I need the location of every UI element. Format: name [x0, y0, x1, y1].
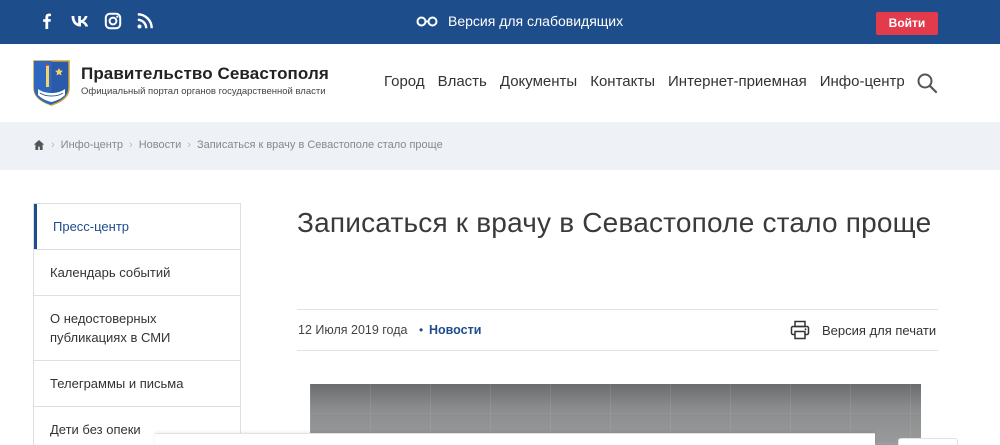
sidebar-item-unreliable-publications[interactable]: О недостоверных публикациях в СМИ	[34, 295, 240, 360]
vk-icon[interactable]	[70, 12, 90, 30]
brand-title[interactable]: Правительство Севастополя	[81, 64, 329, 84]
bottom-tab	[898, 438, 958, 445]
chevron-right-icon: ›	[187, 139, 191, 151]
coat-of-arms-logo[interactable]	[32, 59, 71, 106]
divider	[297, 309, 938, 310]
bottom-panel	[155, 433, 875, 445]
rss-icon[interactable]	[136, 12, 154, 30]
sidebar-item-press-center[interactable]: Пресс-центр	[34, 204, 240, 249]
nav-item-documents[interactable]: Документы	[500, 73, 577, 90]
article-category-link[interactable]: Новости	[429, 323, 481, 337]
main-nav: Город Власть Документы Контакты Интернет…	[384, 73, 905, 90]
breadcrumb: › Инфо-центр › Новости › Записаться к вр…	[33, 139, 443, 151]
bullet-separator: •	[419, 323, 424, 337]
sidebar-item-label: О недостоверных публикациях в СМИ	[50, 311, 171, 345]
sidebar-menu: Пресс-центр Календарь событий О недостов…	[33, 203, 241, 445]
search-icon[interactable]	[916, 72, 938, 94]
accessibility-link[interactable]: Версия для слабовидящих	[416, 13, 623, 29]
brand-subtitle: Официальный портал органов государственн…	[81, 86, 326, 97]
nav-item-internet-reception[interactable]: Интернет-приемная	[668, 73, 807, 90]
print-version-label: Версия для печати	[822, 322, 937, 338]
sidebar-item-label: Пресс-центр	[53, 219, 130, 234]
top-bar: Версия для слабовидящих Войти	[0, 0, 1000, 44]
sidebar-item-label: Календарь событий	[50, 265, 171, 280]
login-button[interactable]: Войти	[876, 12, 938, 35]
glasses-icon	[416, 14, 438, 28]
chevron-right-icon: ›	[129, 139, 133, 151]
nav-item-gorod[interactable]: Город	[384, 73, 425, 90]
breadcrumb-item-current: Записаться к врачу в Севастополе стало п…	[196, 139, 443, 151]
instagram-icon[interactable]	[104, 12, 122, 30]
article-title: Записаться к врачу в Севастополе стало п…	[297, 207, 932, 238]
sidebar-item-telegrams-letters[interactable]: Телеграммы и письма	[34, 360, 240, 406]
nav-item-vlast[interactable]: Власть	[438, 73, 487, 90]
printer-icon	[790, 320, 810, 340]
site-header: Правительство Севастополя Официальный по…	[0, 44, 1000, 122]
article-date: 12 Июля 2019 года	[298, 323, 408, 337]
breadcrumb-item-news[interactable]: Новости	[139, 139, 182, 151]
home-icon[interactable]	[33, 139, 45, 151]
sidebar-item-events-calendar[interactable]: Календарь событий	[34, 249, 240, 295]
chevron-right-icon: ›	[51, 139, 55, 151]
social-links	[38, 12, 154, 30]
nav-item-contacts[interactable]: Контакты	[590, 73, 655, 90]
sidebar-item-label: Телеграммы и письма	[50, 376, 184, 391]
divider	[297, 350, 938, 351]
breadcrumb-bar: › Инфо-центр › Новости › Записаться к вр…	[0, 122, 1000, 170]
sidebar-item-label: Дети без опеки	[50, 422, 141, 437]
print-version-link[interactable]: Версия для печати	[790, 320, 936, 340]
breadcrumb-item-info-center[interactable]: Инфо-центр	[61, 139, 123, 151]
nav-item-info-center[interactable]: Инфо-центр	[820, 73, 905, 90]
accessibility-label: Версия для слабовидящих	[448, 13, 624, 29]
facebook-icon[interactable]	[38, 12, 56, 30]
